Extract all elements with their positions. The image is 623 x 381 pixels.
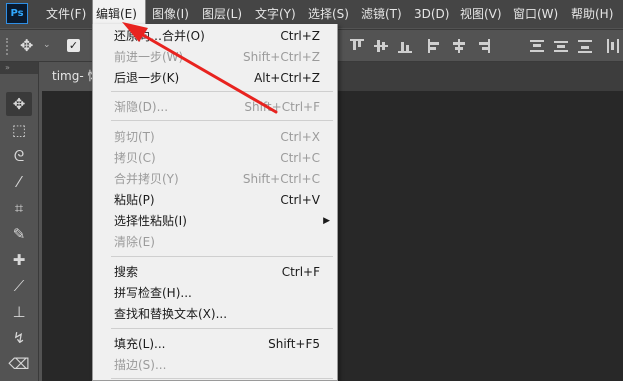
align-bottom-icon[interactable]: [398, 39, 412, 53]
menu-item-shortcut: Shift+Ctrl+C: [242, 172, 320, 186]
menu-item-label: 粘贴(P): [114, 193, 155, 207]
menu-item-shortcut: Shift+F5: [268, 337, 320, 351]
menu-item-spell-check[interactable]: 拼写检查(H)...: [93, 283, 337, 303]
magic-wand-tool-icon[interactable]: ⁄: [6, 170, 32, 194]
menu-item-undo[interactable]: 还原向…合并(O) Ctrl+Z: [93, 26, 337, 46]
menu-item-shortcut: Ctrl+X: [280, 130, 320, 144]
menu-item-copy-merged[interactable]: 合并拷贝(Y) Shift+Ctrl+C: [93, 169, 337, 189]
menu-item-shortcut: Ctrl+C: [280, 151, 320, 165]
distribute-top-icon[interactable]: [530, 39, 544, 53]
options-bar-grip[interactable]: [6, 38, 10, 55]
align-top-icon[interactable]: [350, 39, 364, 53]
chevron-down-icon[interactable]: ⌄: [43, 40, 51, 50]
menu-view[interactable]: 视图(V): [460, 0, 502, 28]
lasso-tool-icon[interactable]: ᘓ: [6, 144, 32, 168]
eraser-tool-icon[interactable]: ⌫: [6, 352, 32, 376]
move-tool-icon[interactable]: ✥: [6, 92, 32, 116]
menu-separator: [111, 328, 333, 329]
menu-item-shortcut: Shift+Ctrl+Z: [243, 50, 320, 64]
menu-item-clear[interactable]: 清除(E): [93, 232, 337, 252]
eyedropper-tool-icon[interactable]: ✎: [6, 222, 32, 246]
menu-item-label: 剪切(T): [114, 130, 155, 144]
align-hcenter-icon[interactable]: [452, 39, 466, 53]
menu-separator: [111, 378, 333, 379]
menu-separator: [111, 256, 333, 257]
menu-item-step-backward[interactable]: 后退一步(K) Alt+Ctrl+Z: [93, 68, 337, 88]
menu-item-label: 拼写检查(H)...: [114, 286, 192, 300]
menu-item-label: 清除(E): [114, 235, 155, 249]
menu-separator: [111, 91, 333, 92]
menu-file[interactable]: 文件(F): [46, 0, 86, 28]
marquee-tool-icon[interactable]: ⬚: [6, 118, 32, 142]
align-left-icon[interactable]: [428, 39, 442, 53]
menu-item-label: 填充(L)...: [114, 337, 166, 351]
edit-menu-dropdown: 还原向…合并(O) Ctrl+Z 前进一步(W) Shift+Ctrl+Z 后退一步…: [92, 24, 338, 381]
tools-panel-collapse[interactable]: »: [0, 62, 38, 74]
move-icon[interactable]: ✥: [20, 36, 33, 55]
menu-item-paste-special[interactable]: 选择性粘贴(I) ▶: [93, 211, 337, 231]
menu-item-shortcut: Alt+Ctrl+Z: [254, 71, 320, 85]
menu-item-copy[interactable]: 拷贝(C) Ctrl+C: [93, 148, 337, 168]
brush-tool-icon[interactable]: ⟋: [6, 274, 32, 298]
menu-item-search[interactable]: 搜索 Ctrl+F: [93, 262, 337, 282]
distribute-left-icon[interactable]: [606, 39, 620, 53]
photoshop-logo: Ps: [6, 3, 28, 24]
clone-stamp-tool-icon[interactable]: ⊥: [6, 300, 32, 324]
submenu-arrow-icon: ▶: [323, 216, 330, 226]
document-tab[interactable]: timg- 恢: [42, 62, 94, 91]
menu-item-find-replace[interactable]: 查找和替换文本(X)...: [93, 304, 337, 324]
history-brush-tool-icon[interactable]: ↯: [6, 326, 32, 350]
healing-brush-tool-icon[interactable]: ✚: [6, 248, 32, 272]
menu-item-fill[interactable]: 填充(L)... Shift+F5: [93, 334, 337, 354]
menu-item-fade[interactable]: 渐隐(D)... Shift+Ctrl+F: [93, 97, 337, 117]
menu-item-label: 合并拷贝(Y): [114, 172, 179, 186]
tools-panel: » ✥ ⬚ ᘓ ⁄ ⌗ ✎ ✚ ⟋ ⊥ ↯ ⌫: [0, 62, 39, 381]
menu-item-paste[interactable]: 粘贴(P) Ctrl+V: [93, 190, 337, 210]
menu-item-shortcut: Ctrl+V: [280, 193, 320, 207]
menu-item-label: 选择性粘贴(I): [114, 214, 187, 228]
menu-item-label: 渐隐(D)...: [114, 100, 169, 114]
menu-item-shortcut: Ctrl+Z: [280, 29, 320, 43]
distribute-bottom-icon[interactable]: [578, 39, 592, 53]
auto-select-checkbox[interactable]: ✓: [67, 39, 80, 52]
distribute-vcenter-icon[interactable]: [554, 39, 568, 53]
menu-item-label: 后退一步(K): [114, 71, 180, 85]
menu-item-label: 查找和替换文本(X)...: [114, 307, 228, 321]
menu-item-shortcut: Ctrl+F: [281, 265, 320, 279]
menu-item-stroke[interactable]: 描边(S)...: [93, 355, 337, 375]
menu-item-label: 搜索: [114, 265, 139, 279]
menu-separator: [111, 120, 333, 121]
menu-help[interactable]: 帮助(H): [571, 0, 613, 28]
menu-item-step-forward[interactable]: 前进一步(W) Shift+Ctrl+Z: [93, 47, 337, 67]
align-vcenter-icon[interactable]: [374, 39, 388, 53]
menu-filter[interactable]: 滤镜(T): [361, 0, 402, 28]
menu-item-label: 前进一步(W): [114, 50, 184, 64]
menu-window[interactable]: 窗口(W): [513, 0, 558, 28]
menu-3d[interactable]: 3D(D): [414, 0, 449, 28]
menu-item-cut[interactable]: 剪切(T) Ctrl+X: [93, 127, 337, 147]
menu-item-label: 描边(S)...: [114, 358, 167, 372]
menu-item-label: 还原向…合并(O): [114, 29, 205, 43]
crop-tool-icon[interactable]: ⌗: [6, 196, 32, 220]
menu-item-label: 拷贝(C): [114, 151, 156, 165]
menu-item-shortcut: Shift+Ctrl+F: [244, 100, 320, 114]
align-right-icon[interactable]: [476, 39, 490, 53]
